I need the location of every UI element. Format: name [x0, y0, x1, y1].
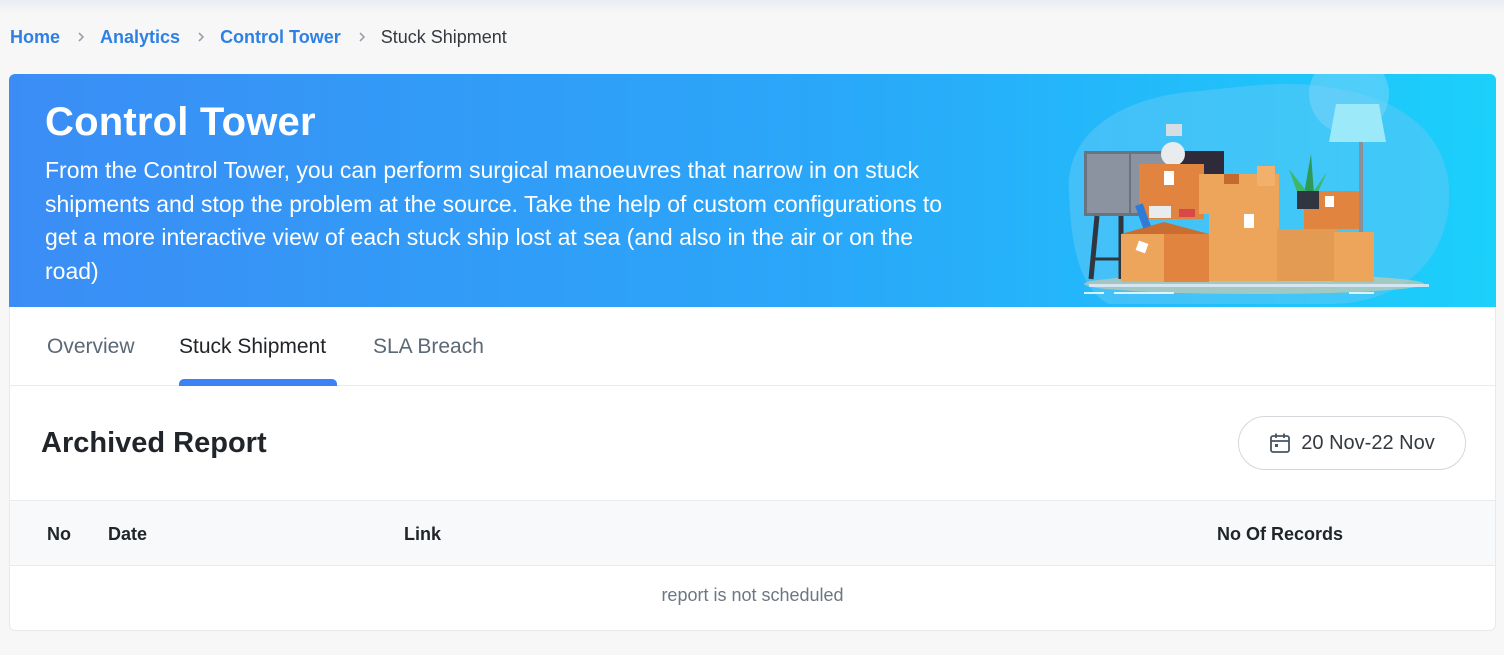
breadcrumb-analytics[interactable]: Analytics [100, 27, 180, 48]
column-header-date: Date [108, 524, 148, 544]
column-header-no: No [47, 524, 71, 544]
chevron-right-icon [359, 32, 365, 42]
breadcrumb-home[interactable]: Home [10, 27, 60, 48]
tab-overview[interactable]: Overview [47, 335, 135, 359]
top-strip [0, 0, 1504, 14]
chevron-right-icon [78, 32, 85, 42]
date-range-button[interactable]: 20 Nov-22 Nov [1238, 416, 1466, 470]
hero-banner: Control Tower From the Control Tower, yo… [9, 74, 1496, 307]
boxes-illustration [1068, 74, 1449, 304]
column-header-link: Link [404, 524, 442, 544]
calendar-icon [1270, 433, 1291, 453]
report-card: Overview Stuck Shipment SLA Breach Archi… [9, 307, 1496, 631]
section-title: Archived Report [41, 427, 267, 459]
active-tab-indicator [179, 379, 337, 386]
table-header: No Date Link No Of Records [10, 500, 1495, 566]
tab-sla-breach[interactable]: SLA Breach [373, 335, 484, 359]
empty-state-message: report is not scheduled [661, 585, 844, 605]
breadcrumb-current: Stuck Shipment [380, 26, 507, 47]
banner-description: From the Control Tower, you can perform … [45, 157, 943, 284]
breadcrumb-control-tower[interactable]: Control Tower [220, 27, 341, 48]
chevron-right-icon [198, 32, 205, 42]
date-range-label: 20 Nov-22 Nov [1301, 431, 1435, 454]
tab-bar: Overview Stuck Shipment SLA Breach [10, 307, 1495, 386]
banner-title: Control Tower [45, 100, 316, 144]
column-header-records: No Of Records [1217, 524, 1344, 544]
breadcrumb: Home Analytics Control Tower Stuck Shipm… [10, 26, 507, 48]
tab-stuck-shipment[interactable]: Stuck Shipment [179, 335, 326, 359]
